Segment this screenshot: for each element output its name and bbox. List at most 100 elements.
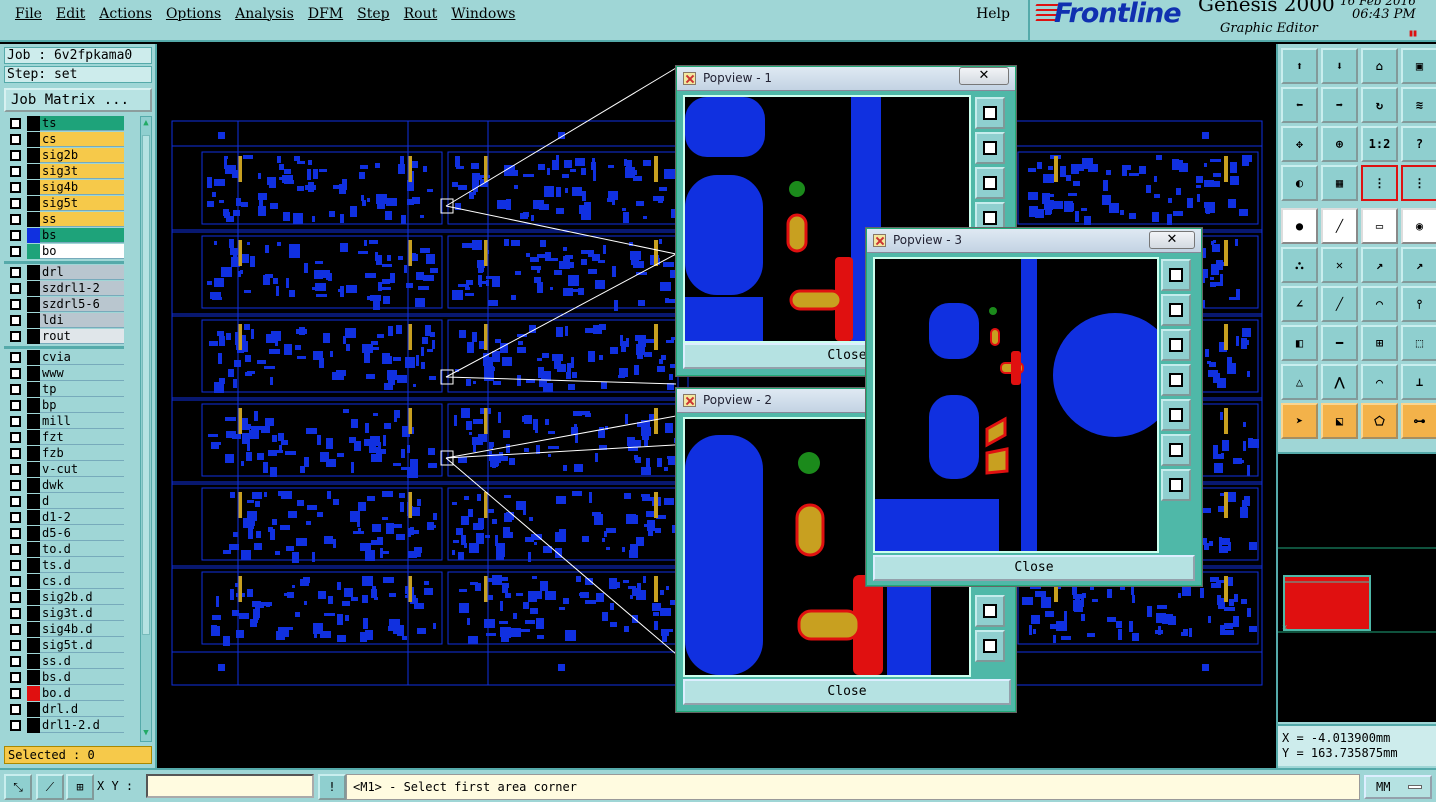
alert-icon[interactable]: !: [318, 774, 346, 800]
layer-checkbox[interactable]: [10, 560, 21, 571]
layer-name[interactable]: sig3t.d: [40, 606, 124, 621]
add-pad-icon[interactable]: ●: [1281, 208, 1318, 244]
break-icon[interactable]: ⫯: [1401, 286, 1436, 322]
pan-down-icon[interactable]: [975, 167, 1005, 199]
palette-icon[interactable]: ◐: [1281, 165, 1318, 201]
layer-row-ss.d[interactable]: ss.d: [4, 654, 124, 669]
layer-color-swatch[interactable]: [27, 196, 40, 211]
layer-checkbox[interactable]: [10, 198, 21, 209]
layer-name[interactable]: fzb: [40, 446, 124, 461]
layer-color-swatch[interactable]: [27, 686, 40, 701]
popview-3-close-icon[interactable]: ✕: [1149, 231, 1195, 249]
layer-row-bs.d[interactable]: bs.d: [4, 670, 124, 685]
layer-name[interactable]: sig2b.d: [40, 590, 124, 605]
layer-name[interactable]: drl1-2.d: [40, 718, 124, 733]
layer-name[interactable]: bs: [40, 228, 124, 243]
layer-row-fzb[interactable]: fzb: [4, 446, 124, 461]
zoom-home-icon[interactable]: [1161, 469, 1191, 501]
zoom-fit-icon[interactable]: [975, 595, 1005, 627]
add-line-icon[interactable]: ╱: [1321, 208, 1358, 244]
scroll-up-icon[interactable]: ▲: [141, 118, 151, 130]
menu-options[interactable]: Options: [161, 6, 230, 22]
layer-name[interactable]: ldi: [40, 313, 124, 328]
measure-snap-icon[interactable]: ⟋: [36, 774, 64, 800]
layer-color-swatch[interactable]: [27, 228, 40, 243]
layer-checkbox[interactable]: [10, 592, 21, 603]
view-redraw-icon[interactable]: ↻: [1361, 87, 1398, 123]
layer-checkbox[interactable]: [10, 448, 21, 459]
mini-view[interactable]: ×: [1278, 452, 1436, 722]
slice-icon[interactable]: ╱: [1321, 286, 1358, 322]
fit-icon[interactable]: ⊞: [1361, 325, 1398, 361]
layer-row-szdrl1-2[interactable]: szdrl1-2: [4, 281, 124, 296]
layer-name[interactable]: szdrl1-2: [40, 281, 124, 296]
menu-rout[interactable]: Rout: [399, 6, 447, 22]
layer-checkbox[interactable]: [10, 230, 21, 241]
pause-icon[interactable]: ▮▮: [1408, 28, 1418, 39]
layer-row-ts.d[interactable]: ts.d: [4, 558, 124, 573]
layer-checkbox[interactable]: [10, 368, 21, 379]
layer-row-cs[interactable]: cs: [4, 132, 124, 147]
arch-icon[interactable]: ⌒: [1361, 364, 1398, 400]
layer-row-sig5t.d[interactable]: sig5t.d: [4, 638, 124, 653]
scale-icon[interactable]: 1:2: [1361, 126, 1398, 162]
view-right-icon[interactable]: ➡: [1321, 87, 1358, 123]
layer-row-drl1-2.d[interactable]: drl1-2.d: [4, 718, 124, 733]
layer-color-swatch[interactable]: [27, 297, 40, 312]
layer-name[interactable]: sig5t.d: [40, 638, 124, 653]
zoom-home-icon[interactable]: [975, 630, 1005, 662]
layer-row-to.d[interactable]: to.d: [4, 542, 124, 557]
layer-checkbox[interactable]: [10, 134, 21, 145]
zoom-in-icon[interactable]: [1161, 259, 1191, 291]
layer-checkbox[interactable]: [10, 432, 21, 443]
help-icon[interactable]: ?: [1401, 126, 1436, 162]
add-surface-icon[interactable]: ◉: [1401, 208, 1436, 244]
layer-color-swatch[interactable]: [27, 590, 40, 605]
layer-checkbox[interactable]: [10, 416, 21, 427]
layer-row-d1-2[interactable]: d1-2: [4, 510, 124, 525]
layer-row-sig2b.d[interactable]: sig2b.d: [4, 590, 124, 605]
zoom-fit-icon[interactable]: [1161, 434, 1191, 466]
layer-compare-icon[interactable]: ⋮: [1401, 165, 1436, 201]
layer-name[interactable]: rout: [40, 329, 124, 344]
layer-checkbox[interactable]: [10, 182, 21, 193]
dimension-icon[interactable]: ⟂: [1401, 364, 1436, 400]
layer-row-bp[interactable]: bp: [4, 398, 124, 413]
layer-checkbox[interactable]: [10, 331, 21, 342]
layer-row-szdrl5-6[interactable]: szdrl5-6: [4, 297, 124, 312]
layer-row-dwk[interactable]: dwk: [4, 478, 124, 493]
layer-checkbox[interactable]: [10, 512, 21, 523]
layer-color-swatch[interactable]: [27, 430, 40, 445]
layer-row-mill[interactable]: mill: [4, 414, 124, 429]
layer-name[interactable]: bs.d: [40, 670, 124, 685]
grid-icon[interactable]: ▦: [1321, 165, 1358, 201]
layer-name[interactable]: dwk: [40, 478, 124, 493]
layer-row-drl.d[interactable]: drl.d: [4, 702, 124, 717]
layer-color-swatch[interactable]: [27, 654, 40, 669]
layer-name[interactable]: sig3t: [40, 164, 124, 179]
layer-name[interactable]: tp: [40, 382, 124, 397]
layer-checkbox[interactable]: [10, 118, 21, 129]
layer-name[interactable]: v-cut: [40, 462, 124, 477]
layer-name[interactable]: sig5t: [40, 196, 124, 211]
layer-color-swatch[interactable]: [27, 329, 40, 344]
layer-row-tp[interactable]: tp: [4, 382, 124, 397]
layer-row-ldi[interactable]: ldi: [4, 313, 124, 328]
layer-checkbox[interactable]: [10, 704, 21, 715]
layer-name[interactable]: ts.d: [40, 558, 124, 573]
apex-icon[interactable]: ⋀: [1321, 364, 1358, 400]
layer-color-swatch[interactable]: [27, 366, 40, 381]
layer-checkbox[interactable]: [10, 166, 21, 177]
move-icon[interactable]: ↗: [1361, 247, 1398, 283]
layer-name[interactable]: ts: [40, 116, 124, 131]
layer-color-swatch[interactable]: [27, 414, 40, 429]
layer-name[interactable]: d: [40, 494, 124, 509]
zoom-in-icon[interactable]: [975, 97, 1005, 129]
delete-icon[interactable]: ✕: [1321, 247, 1358, 283]
layer-row-sig4b.d[interactable]: sig4b.d: [4, 622, 124, 637]
view-up-icon[interactable]: ⬆: [1281, 48, 1318, 84]
layer-name[interactable]: d1-2: [40, 510, 124, 525]
layer-name[interactable]: d5-6: [40, 526, 124, 541]
layer-name[interactable]: mill: [40, 414, 124, 429]
layer-name[interactable]: fzt: [40, 430, 124, 445]
